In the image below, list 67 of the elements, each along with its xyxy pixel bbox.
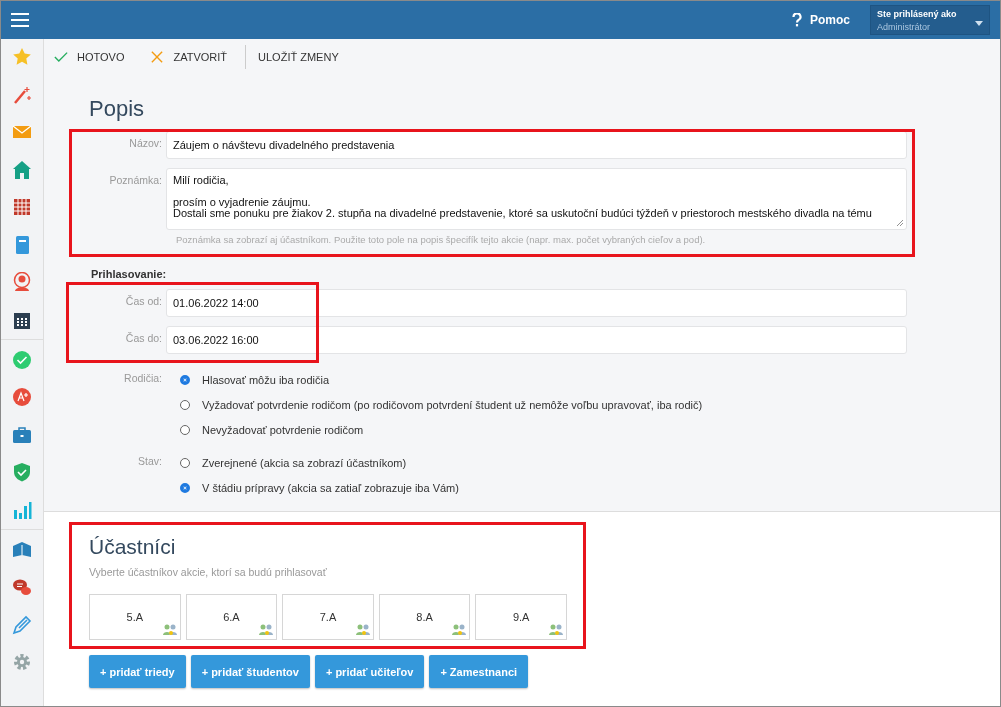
grid-icon[interactable] [12,197,32,217]
radio-label: Zverejnené (akcia sa zobrazí účastníkom) [202,456,407,469]
field-hint: Poznámka sa zobrazí aj účastníkom. Použite toto pole na popis špecifík tejto akcie (napr. max. počet vybraných cieľov a pod). [176,234,707,245]
section-title: Účastníci [89,534,177,560]
help-link[interactable]: Pomoc [810,13,850,27]
class-tile[interactable]: 6.A [185,594,278,640]
radio-button[interactable] [180,374,190,385]
class-name: 5.A [126,611,144,623]
class-tile[interactable]: 5.A [89,594,181,640]
group-icon [547,623,564,637]
radio-button[interactable] [180,457,190,468]
field-label: Stav: [137,454,162,469]
group-icon [354,623,371,637]
section-title: Popis [89,96,146,122]
caret-icon [975,21,983,26]
reader-icon[interactable] [12,539,32,560]
date-time-field[interactable]: 01.06.2022 14:00 [166,289,907,317]
subsection-title: Prihlasovanie: [91,268,168,280]
shield-icon[interactable] [12,462,32,482]
field-label: Poznámka: [108,173,162,186]
user-dropdown[interactable]: Ste prihlásený ako Administrátor [870,5,990,35]
radio-button[interactable] [180,399,190,410]
radio-label: Hlasovať môžu iba rodičia [202,373,329,386]
group-icon [451,623,468,637]
section-subtitle: Vyberte účastníkov akcie, ktorí sa budú prihlasovať [89,566,328,578]
class-tile[interactable]: 7.A [282,594,374,640]
gear-icon[interactable] [12,652,32,672]
note-textarea[interactable]: Milí rodičia, prosím o vyjadrenie záujmu. Dostali sme ponuku pre žiakov 2. stupňa na divadelné predstavenie, ktoré sa uskutoční budúci týždeň v priestoroch mestského divadla na tému [166,168,907,230]
name-field[interactable]: Záujem o návštevu divadelného predstavenia [166,131,907,159]
resize-grip-icon[interactable] [896,219,904,227]
home-icon[interactable] [12,159,32,180]
user-role: Administrátor [877,22,930,32]
class-name: 9.A [512,611,530,623]
case-icon[interactable] [12,424,32,445]
group-icon [161,623,178,637]
class-tile[interactable]: 8.A [378,594,471,640]
toolbar-button[interactable]: ULOŽIŤ ZMENY [258,50,351,63]
person-icon[interactable] [12,272,32,292]
chart-icon[interactable] [12,499,32,520]
radio-label: Nevyžadovať potvrdenie rodičom [202,423,364,436]
toolbar-button[interactable]: HOTOVO [54,50,137,63]
radio-label: Vyžadovať potvrdenie rodičom (po rodičovom potvrdení študent už nemôže voľbu upravovať, iba rodič) [202,398,703,411]
class-name: 6.A [223,611,240,623]
user-label: Ste prihlásený ako [877,9,958,19]
grade-icon[interactable] [12,387,32,407]
field-label: Čas do: [124,331,162,344]
field-label: Čas od: [124,294,162,307]
check-icon[interactable] [12,349,32,370]
group-icon [258,623,275,637]
field-label: Rodičia: [123,371,162,386]
radio-label: V štádiu prípravy (akcia sa zatiaľ zobrazuje iba Vám) [202,481,459,494]
class-name: 8.A [416,611,433,623]
wand-icon[interactable] [12,84,32,105]
pen-icon[interactable] [12,614,32,635]
class-tile[interactable]: 9.A [475,594,567,640]
help-icon[interactable] [792,13,802,27]
toolbar-button[interactable]: ZATVORIŤ [150,50,240,63]
close-icon [150,50,165,63]
radio-button[interactable] [180,482,190,493]
menu-icon[interactable] [11,13,29,27]
chat-icon[interactable] [12,577,32,597]
date-time-field[interactable]: 03.06.2022 16:00 [166,326,907,354]
star-icon[interactable] [12,47,32,67]
radio-button[interactable] [180,424,190,435]
field-label: Názov: [128,136,162,149]
class-name: 7.A [319,611,337,623]
check-icon [54,50,68,63]
